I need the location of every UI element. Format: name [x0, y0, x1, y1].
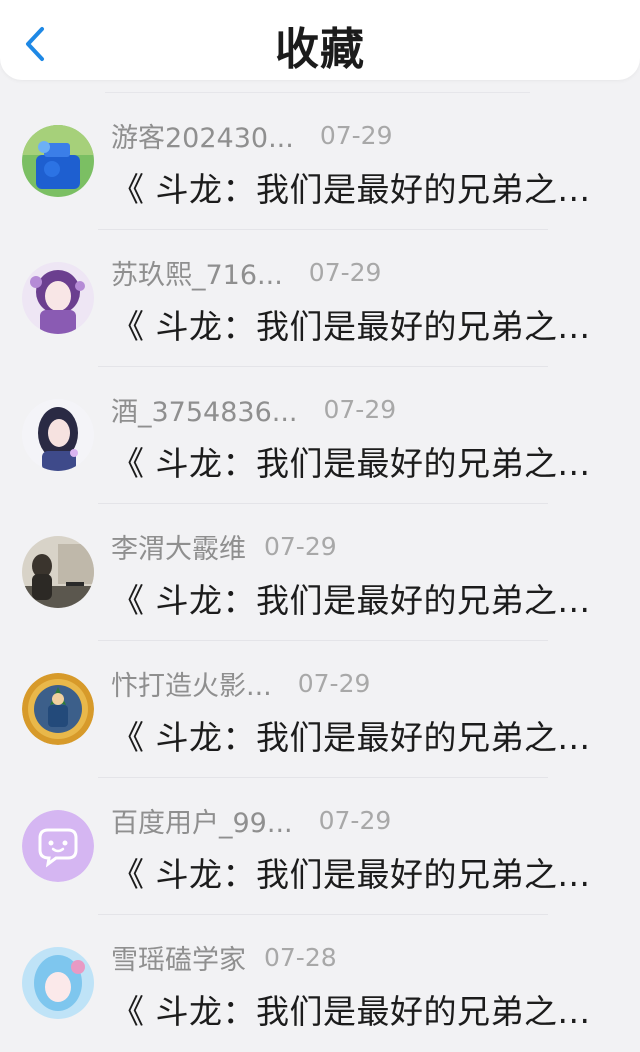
- header-bar: 收藏: [0, 0, 640, 80]
- post-date: 07-28: [264, 942, 337, 972]
- favorite-title[interactable]: 《 斗龙：我们是最好的兄弟之...: [111, 848, 601, 896]
- list-item[interactable]: 忭打造火影... 07-29 《 斗龙：我们是最好的兄弟之...: [0, 641, 640, 778]
- list-item[interactable]: 百度用户_99... 07-29 《 斗龙：我们是最好的兄弟之...: [0, 778, 640, 915]
- list-item[interactable]: 雪瑶磕学家 07-28 《 斗龙：我们是最好的兄弟之...: [0, 915, 640, 1052]
- man-sitting-avatar[interactable]: [22, 536, 94, 608]
- favorite-title[interactable]: 《 斗龙：我们是最好的兄弟之...: [111, 985, 601, 1033]
- list-item[interactable]: 苏玖熙_716... 07-29 《 斗龙：我们是最好的兄弟之...: [0, 230, 640, 367]
- user-name[interactable]: 忭打造火影...: [111, 664, 272, 703]
- post-date: 07-29: [297, 668, 371, 698]
- user-name[interactable]: 雪瑶磕学家: [111, 938, 246, 977]
- user-name[interactable]: 百度用户_99...: [111, 801, 293, 840]
- blue-bottle-avatar[interactable]: [22, 125, 94, 197]
- post-date: 07-29: [319, 120, 393, 150]
- post-date: 07-29: [323, 394, 397, 424]
- ninja-badge-avatar[interactable]: [22, 673, 94, 745]
- page-title: 收藏: [275, 24, 365, 75]
- list-item[interactable]: 酒_3754836... 07-29 《 斗龙：我们是最好的兄弟之...: [0, 367, 640, 504]
- post-date: 07-29: [318, 805, 392, 835]
- favorite-title[interactable]: 《 斗龙：我们是最好的兄弟之...: [111, 163, 601, 211]
- favorite-title[interactable]: 《 斗龙：我们是最好的兄弟之...: [111, 574, 601, 622]
- list-item[interactable]: 游客202430... 07-29 《 斗龙：我们是最好的兄弟之...: [0, 93, 640, 230]
- favorite-title[interactable]: 《 斗龙：我们是最好的兄弟之...: [111, 300, 601, 348]
- favorite-title[interactable]: 《 斗龙：我们是最好的兄弟之...: [111, 437, 601, 485]
- user-name[interactable]: 酒_3754836...: [111, 390, 298, 429]
- user-name[interactable]: 苏玖熙_716...: [111, 253, 283, 292]
- post-date: 07-29: [264, 531, 337, 561]
- post-date: 07-29: [308, 257, 382, 287]
- default-chat-bubble-avatar[interactable]: [22, 810, 94, 882]
- favorites-list: 游客202430... 07-29 《 斗龙：我们是最好的兄弟之... 苏玖熙_…: [0, 80, 640, 1052]
- anime-girl-dark-hair-avatar[interactable]: [22, 399, 94, 471]
- favorite-title[interactable]: 《 斗龙：我们是最好的兄弟之...: [111, 711, 601, 759]
- list-item[interactable]: 李渭大霰维 07-29 《 斗龙：我们是最好的兄弟之...: [0, 504, 640, 641]
- anime-girl-purple-avatar[interactable]: [22, 262, 94, 334]
- user-name[interactable]: 游客202430...: [111, 116, 294, 155]
- user-name[interactable]: 李渭大霰维: [111, 527, 246, 566]
- anime-girl-blue-avatar[interactable]: [22, 947, 94, 1019]
